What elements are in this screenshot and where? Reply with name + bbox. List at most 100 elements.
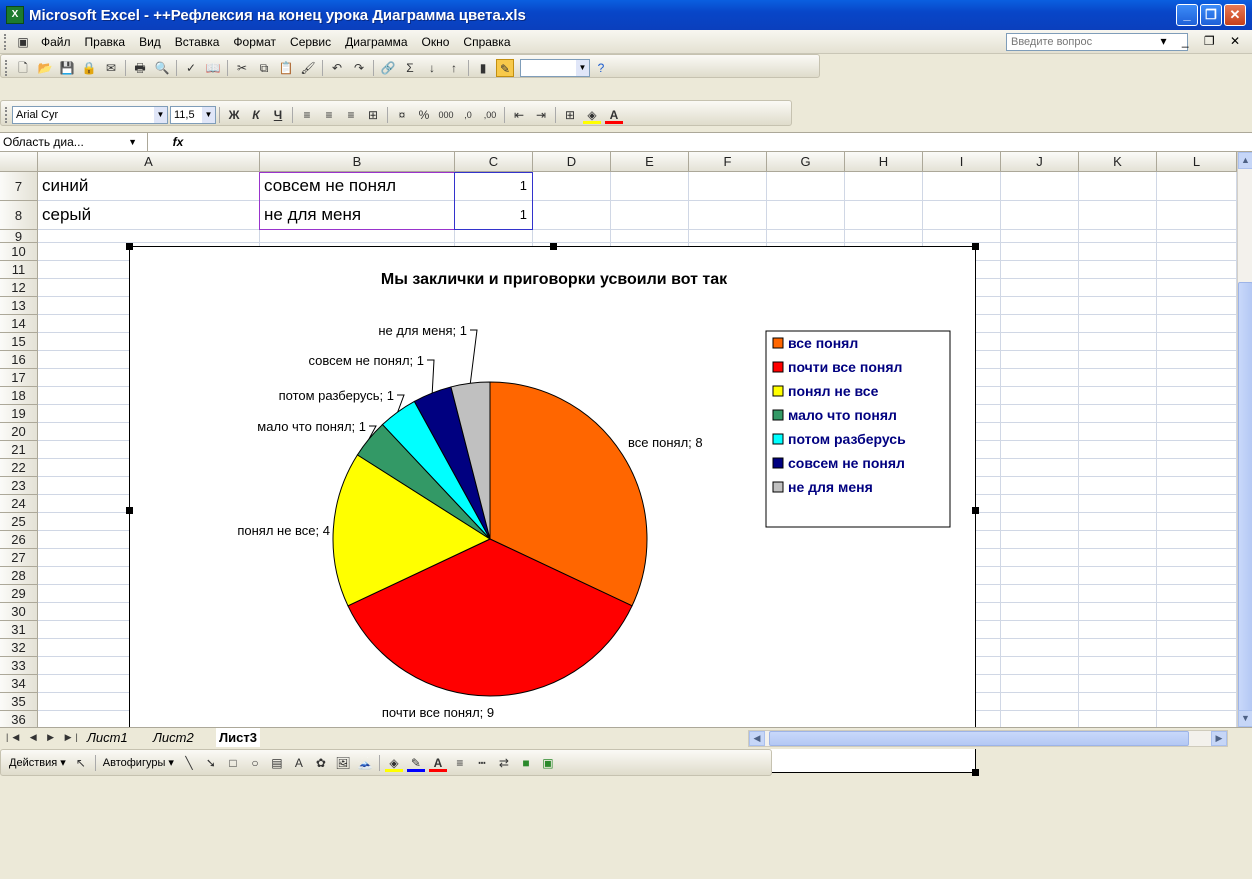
row-header-22[interactable]: 22 xyxy=(0,459,38,477)
actions-menu[interactable]: Действия ▾ xyxy=(5,756,70,769)
row-header-9[interactable]: 9 xyxy=(0,230,38,243)
select-all-corner[interactable] xyxy=(0,152,38,172)
thousands-icon[interactable]: 000 xyxy=(437,106,455,124)
menu-edit[interactable]: Правка xyxy=(78,30,133,54)
decrease-decimal-icon[interactable]: ,00 xyxy=(481,106,499,124)
line-style-icon[interactable]: ≡ xyxy=(451,754,469,772)
menu-file[interactable]: Файл xyxy=(34,30,78,54)
print-icon[interactable]: 🖶 xyxy=(131,59,149,77)
align-center-icon[interactable]: ≡ xyxy=(320,106,338,124)
excel-doc-icon[interactable]: ▣ xyxy=(14,33,32,51)
column-header-A[interactable]: A xyxy=(38,152,260,172)
row-header-21[interactable]: 21 xyxy=(0,441,38,459)
horizontal-scrollbar[interactable]: ◀ ▶ xyxy=(748,730,1228,747)
save-icon[interactable]: 💾 xyxy=(58,59,76,77)
autosum-icon[interactable]: Σ xyxy=(401,59,419,77)
column-header-D[interactable]: D xyxy=(533,152,611,172)
textbox-icon[interactable]: ▤ xyxy=(268,754,286,772)
font-color-icon[interactable]: A xyxy=(605,106,623,124)
arrow-icon[interactable]: ➘ xyxy=(202,754,220,772)
column-header-L[interactable]: L xyxy=(1157,152,1237,172)
vertical-scrollbar[interactable]: ▲ ▼ xyxy=(1237,152,1252,727)
row-header-34[interactable]: 34 xyxy=(0,675,38,693)
legend-entry[interactable]: почти все понял xyxy=(788,359,902,375)
row-header-29[interactable]: 29 xyxy=(0,585,38,603)
cell-A7[interactable]: синий xyxy=(42,175,88,197)
row-header-24[interactable]: 24 xyxy=(0,495,38,513)
sort-asc-icon[interactable]: ↓ xyxy=(423,59,441,77)
fill-color-icon[interactable]: ◈ xyxy=(583,106,601,124)
borders-icon[interactable]: ⊞ xyxy=(561,106,579,124)
legend-entry[interactable]: потом разберусь xyxy=(788,431,906,447)
bold-button[interactable]: Ж xyxy=(225,106,243,124)
row-header-20[interactable]: 20 xyxy=(0,423,38,441)
menu-help[interactable]: Справка xyxy=(456,30,517,54)
excel-icon[interactable]: X xyxy=(6,6,24,24)
legend-entry[interactable]: все понял xyxy=(788,335,858,351)
legend-entry[interactable]: мало что понял xyxy=(788,407,897,423)
help-icon[interactable]: ? xyxy=(592,59,610,77)
open-icon[interactable]: 📂 xyxy=(36,59,54,77)
email-icon[interactable]: ✉ xyxy=(102,59,120,77)
hyperlink-icon[interactable]: 🔗 xyxy=(379,59,397,77)
shadow-icon[interactable]: ■ xyxy=(517,754,535,772)
paste-icon[interactable]: 📋 xyxy=(277,59,295,77)
row-header-11[interactable]: 11 xyxy=(0,261,38,279)
row-header-15[interactable]: 15 xyxy=(0,333,38,351)
tab-sheet3[interactable]: Лист3 xyxy=(216,728,260,747)
data-label[interactable]: мало что понял; 1 xyxy=(257,419,366,434)
data-label[interactable]: понял не все; 4 xyxy=(237,523,330,538)
italic-button[interactable]: К xyxy=(247,106,265,124)
doc-window-controls[interactable]: ▾ _ ❐ ✕ xyxy=(1160,34,1246,48)
merge-center-icon[interactable]: ⊞ xyxy=(364,106,382,124)
row-header-30[interactable]: 30 xyxy=(0,603,38,621)
scroll-up-button[interactable]: ▲ xyxy=(1238,152,1252,169)
line-color-icon[interactable]: ✎ xyxy=(406,754,425,772)
print-preview-icon[interactable]: 🔍 xyxy=(153,59,171,77)
row-header-8[interactable]: 8 xyxy=(0,201,38,230)
row-header-23[interactable]: 23 xyxy=(0,477,38,495)
format-painter-icon[interactable]: 🖌 xyxy=(299,59,317,77)
toolbar-grip[interactable] xyxy=(4,33,8,50)
hscroll-thumb[interactable] xyxy=(769,731,1189,746)
column-header-G[interactable]: G xyxy=(767,152,845,172)
scroll-left-button[interactable]: ◀ xyxy=(749,731,765,746)
chart-wizard-icon[interactable]: ▮ xyxy=(474,59,492,77)
row-header-28[interactable]: 28 xyxy=(0,567,38,585)
column-header-F[interactable]: F xyxy=(689,152,767,172)
research-icon[interactable]: 📖 xyxy=(204,59,222,77)
fill-color-icon[interactable]: ◈ xyxy=(384,754,403,772)
data-label[interactable]: почти все понял; 9 xyxy=(382,705,494,720)
row-header-27[interactable]: 27 xyxy=(0,549,38,567)
3d-icon[interactable]: ▣ xyxy=(539,754,557,772)
row-header-26[interactable]: 26 xyxy=(0,531,38,549)
align-left-icon[interactable]: ≡ xyxy=(298,106,316,124)
data-label[interactable]: совсем не понял; 1 xyxy=(309,353,424,368)
data-label[interactable]: все понял; 8 xyxy=(628,435,703,450)
column-header-H[interactable]: H xyxy=(845,152,923,172)
permission-icon[interactable]: 🔒 xyxy=(80,59,98,77)
rectangle-icon[interactable]: □ xyxy=(224,754,242,772)
column-header-B[interactable]: B xyxy=(260,152,455,172)
font-name-select[interactable]: Arial Cyr ▼ xyxy=(12,105,168,124)
menu-chart[interactable]: Диаграмма xyxy=(338,30,414,54)
tab-sheet2[interactable]: Лист2 xyxy=(150,728,197,747)
menu-format[interactable]: Формат xyxy=(226,30,283,54)
oval-icon[interactable]: ○ xyxy=(246,754,264,772)
scroll-thumb[interactable] xyxy=(1238,282,1252,712)
font-size-select[interactable]: 11,5 ▼ xyxy=(170,105,216,124)
column-header-I[interactable]: I xyxy=(923,152,1001,172)
menu-tools[interactable]: Сервис xyxy=(283,30,338,54)
row-header-7[interactable]: 7 xyxy=(0,172,38,201)
row-header-17[interactable]: 17 xyxy=(0,369,38,387)
picture-icon[interactable]: 🗻 xyxy=(356,754,374,772)
row-header-32[interactable]: 32 xyxy=(0,639,38,657)
tab-sheet1[interactable]: Лист1 xyxy=(84,728,131,747)
column-header-J[interactable]: J xyxy=(1001,152,1079,172)
row-header-33[interactable]: 33 xyxy=(0,657,38,675)
line-icon[interactable]: ╲ xyxy=(180,754,198,772)
name-box[interactable]: Область диа... ▼ xyxy=(0,133,148,151)
row-header-10[interactable]: 10 xyxy=(0,243,38,261)
chart-legend[interactable]: все понял почти все понял понял не все мало… xyxy=(765,330,951,528)
autoshapes-menu[interactable]: Автофигуры ▾ xyxy=(99,756,178,769)
